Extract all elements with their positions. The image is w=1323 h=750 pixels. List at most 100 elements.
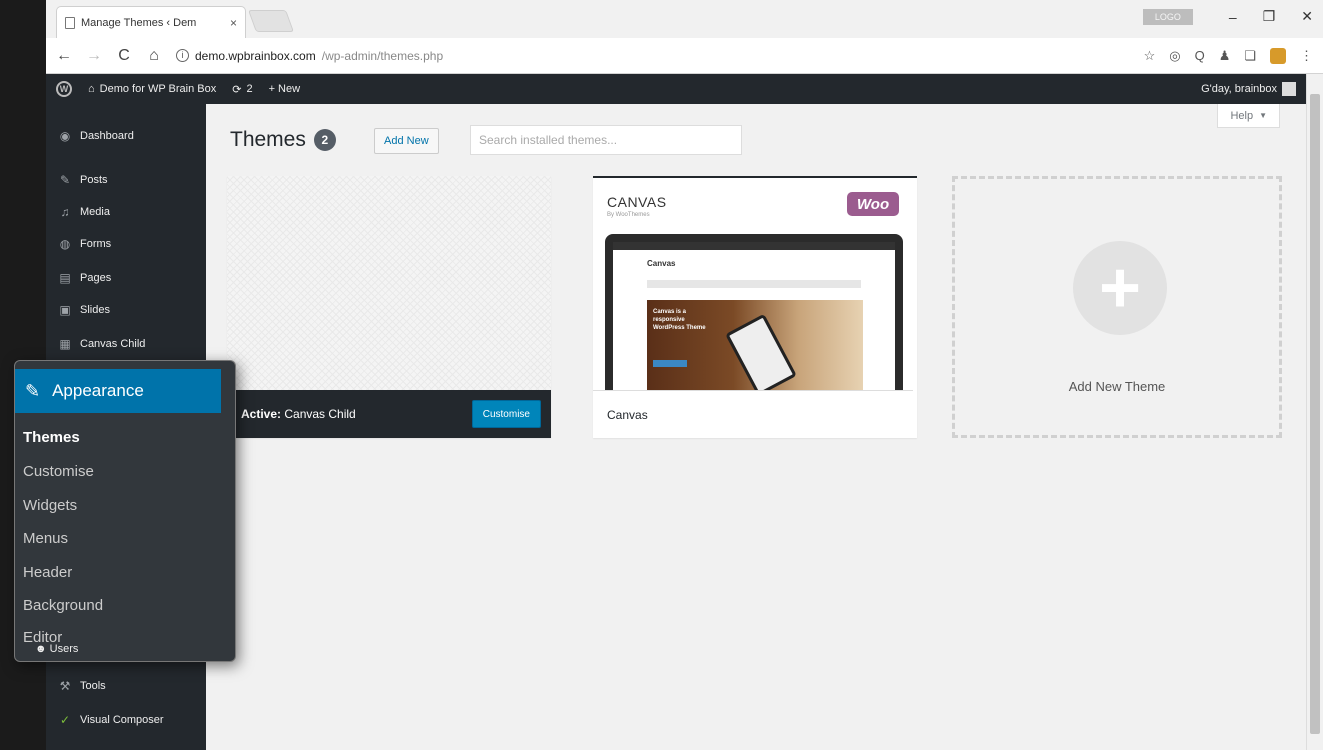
dashboard-icon: ◉ [59,129,71,143]
window-controls: LOGO – ❐ ✕ [1142,8,1313,25]
active-theme-name: Active: Canvas Child [241,407,472,421]
submenu-themes[interactable]: Themes [23,429,80,446]
sidebar-item-users[interactable]: ☻ Users [35,643,78,655]
new-content-link[interactable]: + New [269,83,301,95]
search-input[interactable] [470,125,742,155]
greeting: G'day, brainbox [1201,83,1277,95]
screen: Manage Themes ‹ Dem × LOGO – ❐ ✕ ← → C ⌂… [0,0,1323,750]
submenu-background[interactable]: Background [23,597,103,614]
address-bar[interactable]: i demo.wpbrainbox.com/wp-admin/themes.ph… [176,42,1130,69]
customise-button[interactable]: Customise [471,400,541,428]
canvas-logo: CANVAS [607,194,667,210]
url-path: /wp-admin/themes.php [321,48,444,63]
sidebar-item-label: Dashboard [80,130,134,142]
help-tab-button[interactable]: Help ▼ [1217,104,1280,128]
media-icon: ♫ [60,205,70,219]
add-new-button[interactable]: Add New [374,128,439,154]
screenshot-hero: Canvas is a responsive WordPress Theme [647,300,863,390]
avatar [1282,82,1296,96]
theme-card-active[interactable]: Active: Canvas Child Customise [227,176,551,438]
sidebar-item-label: Users [49,643,79,655]
wordpress-logo-icon[interactable]: W [56,81,72,97]
extension-icon[interactable] [1270,47,1286,64]
paintbrush-icon: ✎ [25,380,41,401]
monitor-screen: Canvas Canvas is a responsive WordPress … [613,242,895,390]
page-title: Themes 2 [230,128,336,152]
menu-icon[interactable]: ⋮ [1300,48,1313,64]
chevron-down-icon: ▼ [1259,111,1267,120]
screenshot-topbar [613,242,895,250]
minimize-icon[interactable]: – [1229,9,1237,25]
sidebar-item-label: Visual Composer [80,714,164,726]
info-icon[interactable]: i [176,49,189,62]
active-prefix: Active: [241,407,282,421]
back-icon[interactable]: ← [56,47,72,65]
submenu-customise[interactable]: Customise [23,463,94,480]
updates-icon: ⟳ [232,83,242,96]
theme-screenshot-placeholder[interactable] [227,176,551,390]
theme-card-canvas[interactable]: CANVAS By WooThemes Woo Canvas Canvas is… [593,176,917,438]
browser-tab[interactable]: Manage Themes ‹ Dem × [56,6,246,38]
close-window-icon[interactable]: ✕ [1301,8,1313,25]
page-scrollbar[interactable] [1306,74,1323,750]
plus-icon: + [1073,241,1167,335]
scrollbar-thumb[interactable] [1310,94,1320,734]
star-icon[interactable]: ☆ [1144,48,1156,64]
sidebar-item-canvas-child[interactable]: ▦ Canvas Child [46,328,206,360]
updates-link[interactable]: ⟳ 2 [232,83,252,96]
add-new-theme-card[interactable]: + Add New Theme [952,176,1282,438]
screenshot-hero-text: Canvas is a responsive WordPress Theme [653,309,706,331]
phone-illustration [725,313,797,390]
vc-icon: ✓ [59,713,71,727]
screenshot-nav [647,280,861,288]
account-menu[interactable]: G'day, brainbox [1201,82,1296,96]
page-title-text: Themes [230,128,306,151]
theme-screenshot[interactable]: CANVAS By WooThemes Woo Canvas Canvas is… [593,178,913,390]
forms-icon: ◍ [59,237,71,251]
window-user-badge: LOGO [1142,8,1193,25]
maximize-icon[interactable]: ❐ [1263,8,1276,25]
camera-icon[interactable]: ◎ [1169,48,1180,64]
submenu-widgets[interactable]: Widgets [23,497,77,514]
users-icon: ☻ [35,643,47,655]
add-new-theme-label: Add New Theme [1068,379,1166,394]
new-tab-button[interactable] [247,10,295,32]
site-name-link[interactable]: ⌂ Demo for WP Brain Box [88,83,216,95]
sidebar-item-forms[interactable]: ◍ Forms [46,228,206,260]
pages-icon: ▤ [59,271,71,285]
search-icon[interactable]: Q [1195,48,1205,63]
sidebar-item-label: Forms [80,238,112,250]
screenshot-title: Canvas [647,259,676,268]
appearance-submenu-callout: ✎ Appearance Themes Customise Widgets Me… [14,360,236,662]
theme-name: Canvas [593,390,913,438]
ghost-icon[interactable]: ♟ [1219,48,1231,64]
woo-logo: Woo [847,192,899,216]
pin-icon: ✎ [59,173,71,187]
submenu-header[interactable]: Header [23,564,72,581]
sidebar-item-posts[interactable]: ✎ Posts [46,164,206,196]
tab-close-icon[interactable]: × [230,16,237,30]
copy-icon[interactable]: ❏ [1244,48,1256,64]
site-name: Demo for WP Brain Box [99,83,217,95]
reload-icon[interactable]: C [116,47,132,65]
sidebar-item-media[interactable]: ♫ Media [46,196,206,228]
forward-icon[interactable]: → [86,47,102,65]
sidebar-item-appearance[interactable]: ✎ Appearance [15,369,221,413]
submenu-menus[interactable]: Menus [23,530,68,547]
sidebar-item-slides[interactable]: ▣ Slides [46,294,206,326]
sidebar-item-visual-composer[interactable]: ✓ Visual Composer [46,704,206,736]
home-icon: ⌂ [88,83,95,95]
sidebar-item-label: Tools [80,680,106,692]
sidebar-item-label: Posts [80,174,108,186]
extension-icons: ☆ ◎ Q ♟ ❏ ⋮ [1144,47,1313,64]
canvas-byline: By WooThemes [607,212,650,218]
sidebar-item-tools[interactable]: ⚒ Tools [46,670,206,702]
sidebar-item-pages[interactable]: ▤ Pages [46,262,206,294]
page-icon [65,16,75,29]
appearance-label: Appearance [52,381,144,400]
home-icon[interactable]: ⌂ [146,47,162,65]
sidebar-item-label: Canvas Child [80,338,146,350]
sidebar-item-dashboard[interactable]: ◉ Dashboard [46,120,206,152]
slides-icon: ▣ [59,303,71,317]
wp-admin-bar: W ⌂ Demo for WP Brain Box ⟳ 2 + New G'da… [46,74,1306,104]
